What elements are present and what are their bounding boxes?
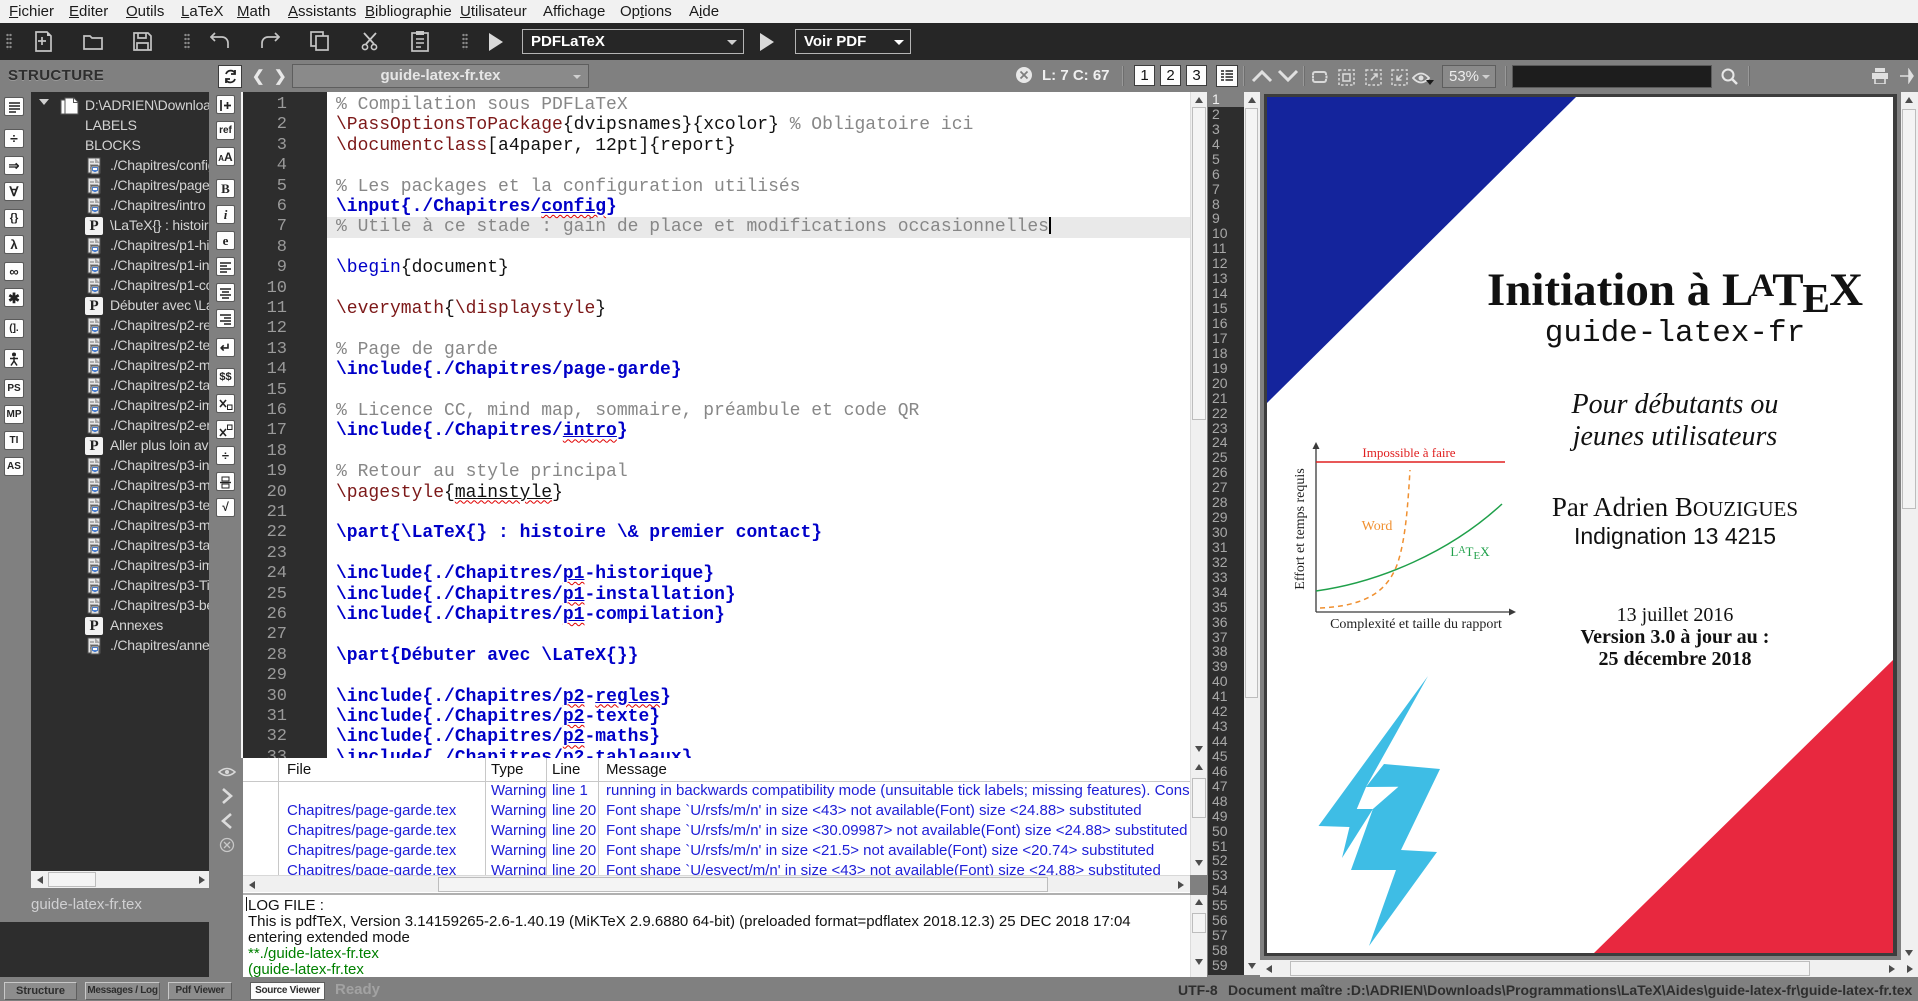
svg-text:Complexité et taille du rappor: Complexité et taille du rapport [1330,617,1502,632]
svg-text:Impossible à faire: Impossible à faire [1362,445,1455,460]
svg-text:Word: Word [1362,519,1393,534]
svg-text:LATEX: LATEX [1450,544,1490,562]
svg-text:Effort et temps requis: Effort et temps requis [1293,468,1308,589]
